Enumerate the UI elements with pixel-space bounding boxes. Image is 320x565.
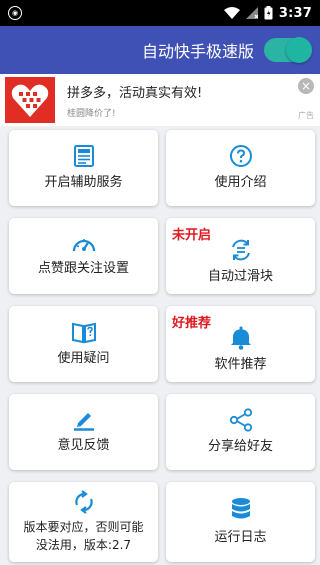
ad-title: 拼多多，活动真实有效!	[67, 85, 203, 101]
card-label: 分享给好友	[207, 439, 273, 454]
card-label: 意见反馈	[57, 438, 110, 453]
app-bar: 自动快手极速版	[0, 26, 320, 74]
pinduoduo-logo-icon	[5, 77, 55, 123]
ad-text: 拼多多，活动真实有效! 桂圆降价了!	[67, 82, 320, 119]
ad-close-icon[interactable]: ×	[298, 78, 314, 94]
database-icon	[231, 498, 250, 519]
status-left: ◉	[8, 6, 22, 20]
card-share[interactable]: 分享给好友	[166, 394, 315, 470]
card-run-log[interactable]: 运行日志	[166, 482, 315, 562]
wifi-icon	[223, 7, 240, 19]
card-label: 自动过滑块	[207, 269, 273, 284]
card-version-notice[interactable]: 版本要对应，否则可能没法用，版本:2.7	[9, 482, 158, 562]
card-usage-intro[interactable]: 使用介绍	[166, 130, 315, 206]
main-toggle[interactable]	[264, 37, 312, 63]
status-bar: ◉ 3:37	[0, 0, 320, 26]
toggle-knob	[286, 37, 312, 63]
ad-badge: 广告	[298, 111, 314, 120]
card-usage-questions[interactable]: 使用疑问	[9, 306, 158, 382]
refresh-list-icon	[231, 239, 250, 261]
card-like-follow-settings[interactable]: 点赞跟关注设置	[9, 218, 158, 294]
card-software-recommend[interactable]: 好推荐 软件推荐	[166, 306, 315, 382]
card-label: 使用疑问	[57, 351, 110, 366]
card-feedback[interactable]: 意见反馈	[9, 394, 158, 470]
card-label: 开启辅助服务	[44, 175, 123, 190]
bell-icon	[230, 326, 251, 350]
document-icon	[73, 145, 94, 167]
signal-icon	[245, 7, 258, 19]
card-label: 版本要对应，否则可能没法用，版本:2.7	[23, 520, 144, 552]
book-icon	[71, 322, 96, 344]
card-enable-service[interactable]: 开启辅助服务	[9, 130, 158, 206]
help-icon	[229, 145, 252, 167]
sync-icon	[74, 490, 93, 514]
card-label: 使用介绍	[214, 175, 267, 190]
status-time: 3:37	[278, 5, 312, 21]
card-label: 点赞跟关注设置	[37, 261, 129, 276]
status-tag: 好推荐	[172, 316, 212, 331]
share-icon	[229, 408, 252, 432]
notification-icon: ◉	[8, 6, 22, 20]
card-auto-slider[interactable]: 未开启 自动过滑块	[166, 218, 315, 294]
app-title: 自动快手极速版	[141, 42, 254, 61]
card-label: 运行日志	[214, 530, 267, 545]
ad-banner[interactable]: 拼多多，活动真实有效! 桂圆降价了! × 广告	[0, 74, 320, 126]
status-right: 3:37	[223, 5, 312, 21]
battery-icon	[264, 6, 273, 20]
card-label: 软件推荐	[214, 357, 267, 372]
status-tag: 未开启	[172, 228, 212, 243]
edit-icon	[73, 413, 94, 431]
gauge-icon	[72, 239, 95, 252]
ad-subtitle: 桂圆降价了!	[67, 108, 116, 119]
